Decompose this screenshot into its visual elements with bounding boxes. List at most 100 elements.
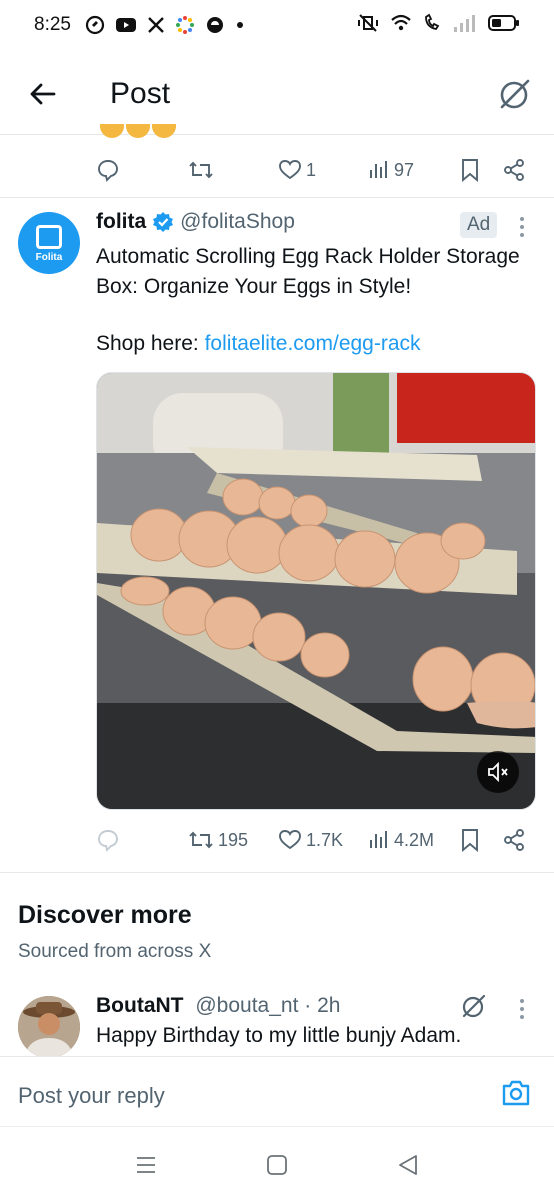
grok-icon	[462, 994, 486, 1018]
bookmark-icon	[462, 159, 478, 182]
author-line: folita @folitaShop	[96, 210, 295, 234]
home-square-icon	[267, 1155, 287, 1175]
author-name[interactable]: folita	[96, 210, 146, 234]
views-icon	[370, 831, 387, 848]
retweet-button[interactable]: 195	[188, 828, 248, 852]
ad-post-actions: 195 1.7K 4.2M	[96, 822, 530, 858]
reply-icon	[98, 830, 118, 852]
more-options-button[interactable]	[512, 214, 532, 240]
avatar[interactable]	[18, 996, 80, 1056]
status-bar: 8:25	[0, 0, 554, 50]
post-text: Happy Birthday to my little bunjy Adam.	[96, 1024, 462, 1047]
author-name[interactable]: BoutaNT	[96, 994, 184, 1017]
heart-icon	[279, 160, 301, 180]
back-button[interactable]	[26, 77, 60, 111]
bag-icon	[36, 225, 62, 249]
menu-icon	[137, 1157, 155, 1173]
edge-icon	[206, 17, 223, 33]
share-icon	[504, 829, 524, 851]
author-handle[interactable]: @bouta_nt	[195, 994, 298, 1017]
dot-icon	[236, 22, 243, 28]
avatar-label: Folita	[35, 252, 63, 263]
like-count: 1.7K	[306, 829, 344, 850]
camera-button[interactable]	[500, 1077, 532, 1109]
retweet-icon	[189, 831, 213, 849]
volte-icon	[425, 13, 440, 31]
status-time: 8:25	[34, 14, 71, 35]
like-count: 1	[306, 159, 317, 180]
reply-composer: Post your reply	[0, 1056, 554, 1126]
view-count: 97	[394, 159, 415, 180]
retweet-count: 195	[218, 829, 249, 850]
emoji-icon	[100, 124, 124, 138]
bookmark-button[interactable]	[460, 158, 480, 182]
discover-subtitle: Sourced from across X	[18, 941, 212, 962]
share-button[interactable]	[502, 158, 526, 182]
discover-title: Discover more	[18, 901, 192, 929]
like-button[interactable]: 1.7K	[278, 828, 343, 852]
author-handle[interactable]: @folitaShop	[180, 210, 295, 234]
shop-link[interactable]: folitaelite.com/egg-rack	[205, 332, 421, 355]
author-line: BoutaNT @bouta_nt · 2h	[96, 994, 340, 1018]
system-back-button[interactable]	[396, 1153, 420, 1177]
status-right-icons	[356, 13, 520, 33]
signal-icon	[454, 15, 475, 32]
emoji-icon	[126, 124, 150, 138]
share-icon	[504, 159, 524, 181]
arrow-left-icon	[30, 83, 56, 105]
post-text: Automatic Scrolling Egg Rack Holder Stor…	[96, 245, 520, 298]
views-icon	[370, 161, 387, 178]
views-button[interactable]: 97	[368, 158, 414, 182]
recents-button[interactable]	[134, 1153, 158, 1177]
mute-toggle-button[interactable]	[477, 751, 519, 793]
heart-icon	[279, 830, 301, 850]
view-count: 4.2M	[394, 829, 435, 850]
post-video[interactable]	[96, 372, 536, 810]
mute-vibrate-icon	[358, 14, 378, 32]
loading-ring-icon	[175, 16, 194, 34]
system-nav-bar	[0, 1126, 554, 1200]
user-photo	[18, 996, 80, 1056]
retweet-icon	[189, 161, 213, 179]
more-options-button[interactable]	[512, 996, 532, 1022]
link-prefix: Shop here:	[96, 332, 205, 355]
wifi-icon	[391, 14, 411, 31]
more-vertical-icon	[520, 999, 524, 1019]
reply-button[interactable]	[96, 828, 124, 852]
views-button[interactable]: 4.2M	[368, 828, 434, 852]
reply-button[interactable]	[96, 158, 124, 182]
mute-icon	[488, 761, 508, 783]
ad-badge: Ad	[460, 212, 498, 238]
verified-badge-icon	[153, 212, 174, 232]
retweet-button[interactable]	[188, 158, 218, 182]
emoji-strip	[100, 124, 176, 138]
battery-icon	[488, 15, 519, 31]
status-left-icons	[85, 15, 245, 35]
reply-icon	[98, 160, 118, 182]
bookmark-icon	[462, 829, 478, 852]
threads-icon	[85, 15, 105, 35]
grok-button[interactable]	[496, 75, 534, 113]
emoji-icon	[152, 124, 176, 138]
post-link-line: Shop here: folitaelite.com/egg-rack	[96, 332, 421, 356]
reply-input[interactable]: Post your reply	[18, 1083, 165, 1109]
egg-rack-video-frame	[97, 373, 535, 809]
discover-section: Discover more Sourced from across X	[0, 872, 554, 962]
home-button[interactable]	[265, 1153, 289, 1177]
grok-button[interactable]	[460, 992, 488, 1020]
bookmark-button[interactable]	[460, 828, 480, 852]
camera-icon	[502, 1080, 530, 1106]
avatar[interactable]: Folita	[18, 212, 80, 274]
like-button[interactable]: 1	[278, 158, 316, 182]
post-divider	[0, 197, 554, 198]
more-vertical-icon	[520, 217, 524, 237]
grok-icon	[500, 79, 530, 109]
x-icon	[148, 17, 164, 33]
previous-post-actions: 1 97	[96, 152, 530, 188]
back-triangle-icon	[399, 1155, 417, 1175]
share-button[interactable]	[502, 828, 526, 852]
post-time: 2h	[317, 994, 341, 1017]
top-app-bar: Post	[0, 55, 554, 135]
discover-post[interactable]: BoutaNT @bouta_nt · 2h Happy Birthday to…	[0, 990, 554, 1056]
youtube-icon	[115, 18, 136, 32]
